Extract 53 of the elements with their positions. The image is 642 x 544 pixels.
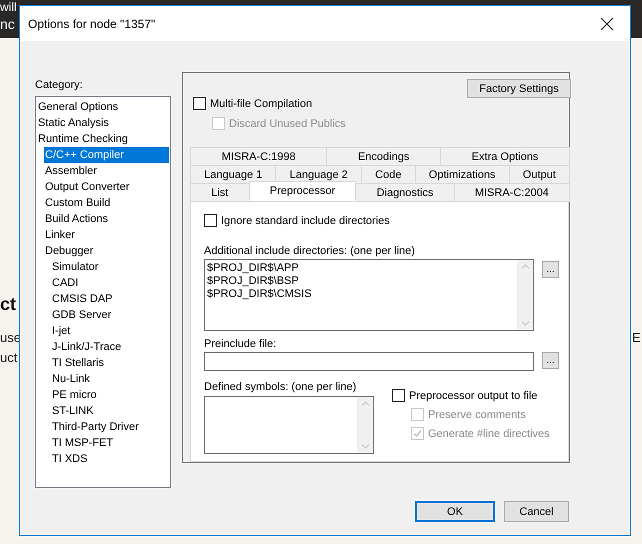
checkbox-label: Preprocessor output to file xyxy=(409,390,538,402)
tab[interactable]: Extra Options xyxy=(440,147,570,166)
category-item[interactable]: J-Link/J-Trace xyxy=(51,339,169,355)
cancel-button[interactable]: Cancel xyxy=(504,501,569,522)
close-icon[interactable] xyxy=(600,16,614,30)
checkbox[interactable] xyxy=(193,97,206,110)
category-item[interactable]: Debugger xyxy=(44,243,169,259)
checkbox-label: Discard Unused Publics xyxy=(229,118,346,130)
category-item[interactable]: Build Actions xyxy=(44,211,169,227)
background-text: will xyxy=(0,0,17,15)
category-item[interactable]: GDB Server xyxy=(51,307,169,323)
category-item[interactable]: Runtime Checking xyxy=(37,131,169,147)
category-label: Category: xyxy=(35,78,84,92)
tab[interactable]: MISRA-C:1998 xyxy=(190,147,328,166)
category-item[interactable]: Linker xyxy=(44,227,169,243)
category-item[interactable]: Static Analysis xyxy=(37,115,169,131)
category-item[interactable]: TI MSP-FET xyxy=(51,435,169,451)
checkbox[interactable] xyxy=(392,389,405,402)
category-item[interactable]: TI Stellaris xyxy=(51,355,169,371)
category-item[interactable]: Custom Build xyxy=(44,195,169,211)
browse-button[interactable]: ... xyxy=(542,352,559,369)
ok-button[interactable]: OK xyxy=(415,501,495,522)
category-item[interactable]: C/C++ Compiler xyxy=(44,147,169,163)
window-title: Options for node "1357" xyxy=(28,16,156,30)
category-item[interactable]: Assembler xyxy=(44,163,169,179)
factory-settings-button[interactable]: Factory Settings xyxy=(467,79,571,98)
checkbox[interactable] xyxy=(204,214,217,227)
checkbox-label: Generate #line directives xyxy=(428,428,550,440)
field-label: Defined symbols: (one per line) xyxy=(204,380,358,394)
category-item[interactable]: General Options xyxy=(37,99,169,115)
browse-button[interactable]: ... xyxy=(542,261,559,278)
category-item[interactable]: Simulator xyxy=(51,259,169,275)
category-item[interactable]: ST-LINK xyxy=(51,403,169,419)
category-item[interactable]: CMSIS DAP xyxy=(51,291,169,307)
field-label: Additional include directories: (one per line) xyxy=(204,244,416,258)
tab[interactable]: Preprocessor xyxy=(248,181,356,201)
category-item[interactable]: CADI xyxy=(51,275,169,291)
category-item[interactable]: I-jet xyxy=(51,323,169,339)
background-text: ct xyxy=(0,294,16,314)
background-text: uct xyxy=(0,350,18,365)
category-item[interactable]: Output Converter xyxy=(44,179,169,195)
check-icon xyxy=(413,429,422,438)
category-item[interactable]: TI XDS xyxy=(51,451,169,467)
checkbox-label: Multi-file Compilation xyxy=(210,98,312,110)
background-text: nc xyxy=(0,17,15,32)
checkbox-label: Preserve comments xyxy=(428,408,526,420)
checkbox-label: Ignore standard include directories xyxy=(221,214,390,226)
field-label: Preinclude file: xyxy=(204,337,278,351)
category-item[interactable]: PE micro xyxy=(51,387,169,403)
background-text: E xyxy=(632,330,641,345)
category-item[interactable]: Third-Party Driver xyxy=(51,419,169,435)
category-item[interactable]: Nu-Link xyxy=(51,371,169,387)
preinclude-field[interactable] xyxy=(204,352,534,371)
